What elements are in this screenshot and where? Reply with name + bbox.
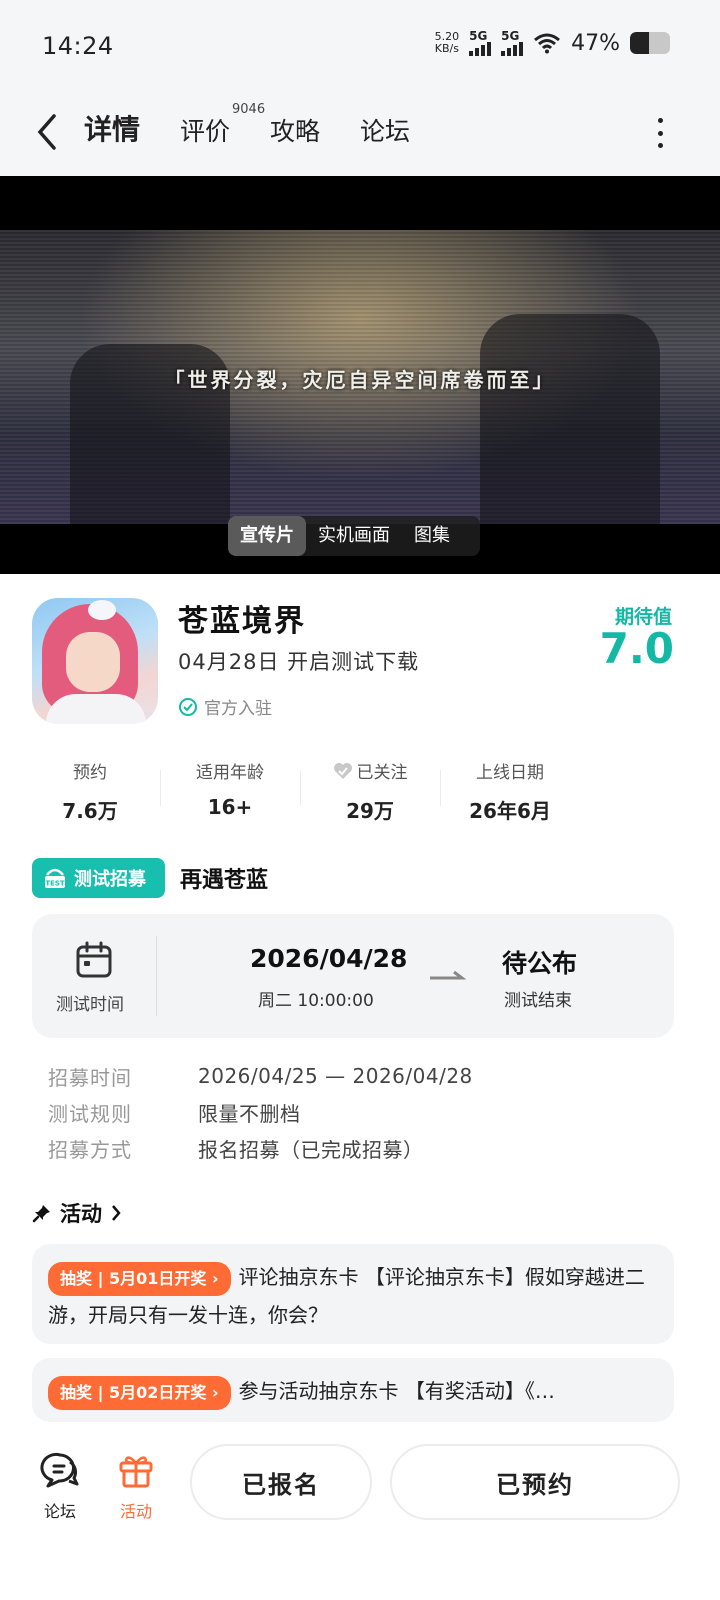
battery-icon: [630, 32, 670, 54]
stats-row: 预约 7.6万 适用年龄 16+ 已关注 29万 上线日期 26年6月: [20, 758, 580, 828]
game-icon: [32, 598, 158, 724]
info-row-recruit-time: 招募时间 2026/04/25 — 2026/04/28: [48, 1058, 473, 1094]
stat-label: 上线日期: [476, 763, 544, 783]
media-tab-gallery[interactable]: 图集: [402, 516, 462, 556]
official-label: 官方入驻: [204, 699, 272, 719]
test-time-label: 测试时间: [56, 995, 124, 1015]
info-value: 2026/04/25 — 2026/04/28: [198, 1064, 473, 1088]
recruit-info: 招募时间 2026/04/25 — 2026/04/28 测试规则 限量不删档 …: [48, 1058, 473, 1166]
status-time: 14:24: [42, 32, 114, 60]
nav-activity[interactable]: 活动: [108, 1450, 164, 1522]
video-frame: 「世界分裂，灾厄自异空间席卷而至」: [0, 230, 720, 524]
info-row-test-rules: 测试规则 限量不删档: [48, 1094, 473, 1130]
lottery-tag: 抽奖 | 5月01日开奖 ›: [48, 1261, 231, 1296]
tab-forum[interactable]: 论坛: [360, 112, 410, 148]
test-end-label: 测试结束: [504, 991, 572, 1011]
nav-forum[interactable]: 论坛: [32, 1450, 88, 1522]
activity-section-header[interactable]: 活动: [32, 1198, 122, 1228]
verified-check-icon: [179, 697, 197, 716]
battery-percent: 47%: [571, 30, 620, 56]
info-value: 报名招募（已完成招募）: [198, 1137, 424, 1162]
tab-reviews[interactable]: 评价: [180, 112, 230, 148]
pin-icon: [32, 1205, 50, 1223]
activity-card[interactable]: 抽奖 | 5月02日开奖 › 参与活动抽京东卡 【有奖活动】《…: [32, 1358, 674, 1422]
stat-value: 7.6万: [62, 799, 118, 823]
stat-label: 预约: [73, 763, 107, 783]
reserved-button[interactable]: 已预约: [390, 1444, 680, 1520]
game-title: 苍蓝境界: [178, 604, 306, 639]
tab-details[interactable]: 详情: [79, 108, 145, 148]
test-start-time: 周二 10:00:00: [258, 991, 374, 1011]
status-icons: 5.20 KB/s 5G 5G 47%: [435, 30, 670, 56]
top-nav: 详情 评价 9046 攻略 论坛: [0, 90, 720, 176]
expect-score: 7.0: [599, 624, 674, 673]
network-speed: 5.20 KB/s: [435, 31, 460, 55]
bottom-action-bar: 论坛 活动 已报名 已预约: [0, 1432, 720, 1600]
nav-activity-label: 活动: [119, 1502, 152, 1521]
activity-card[interactable]: 抽奖 | 5月01日开奖 › 评论抽京东卡 【评论抽京东卡】假如穿越进二游，开局只…: [32, 1244, 674, 1344]
stat-reservations: 预约 7.6万: [20, 758, 160, 828]
stat-value: 29万: [346, 799, 394, 823]
signal-icon: 5G: [469, 29, 492, 56]
sim1-label: 5G: [469, 29, 488, 43]
status-bar: 14:24 5.20 KB/s 5G 5G 47%: [0, 0, 720, 90]
stat-age-rating: 适用年龄 16+: [160, 758, 300, 828]
stat-value: 26年6月: [469, 799, 551, 823]
nav-forum-label: 论坛: [43, 1502, 76, 1521]
stat-release-date: 上线日期 26年6月: [440, 758, 580, 828]
back-arrow-icon[interactable]: [34, 112, 58, 152]
review-count-badge: 9046: [232, 102, 266, 117]
test-recruit-badge: TEST 测试招募: [32, 858, 165, 898]
info-row-recruit-method: 招募方式 报名招募（已完成招募）: [48, 1130, 473, 1166]
recruit-badge-label: 测试招募: [74, 869, 146, 890]
tab-guides[interactable]: 攻略: [270, 112, 320, 148]
test-start-date: 2026/04/28: [250, 944, 408, 973]
stat-label: 适用年龄: [196, 763, 264, 783]
media-player[interactable]: 「世界分裂，灾厄自异空间席卷而至」 宣传片 实机画面 图集: [0, 176, 720, 574]
sim2-label: 5G: [501, 29, 520, 43]
info-key: 招募方式: [48, 1137, 132, 1162]
test-end-status: 待公布: [502, 949, 578, 978]
gift-icon: [119, 1456, 153, 1488]
test-icon: TEST: [45, 868, 65, 888]
official-badge: 官方入驻: [178, 694, 272, 719]
video-caption: 「世界分裂，灾厄自异空间席卷而至」: [164, 368, 556, 392]
wifi-icon: [534, 33, 561, 54]
chevron-right-icon: [112, 1205, 121, 1221]
arrow-right-icon: [430, 970, 466, 980]
test-time-card: 测试时间 2026/04/28 周二 10:00:00 待公布 测试结束: [32, 914, 674, 1038]
stat-followers[interactable]: 已关注 29万: [300, 758, 440, 828]
activity-text: 参与活动抽京东卡 【有奖活动】《…: [238, 1379, 555, 1403]
calendar-icon: [76, 941, 112, 978]
heart-icon: [333, 762, 352, 779]
info-key: 招募时间: [48, 1065, 132, 1090]
svg-text:TEST: TEST: [45, 880, 65, 888]
divider: [156, 936, 157, 1016]
activity-title: 活动: [60, 1202, 102, 1226]
forum-chat-icon: [40, 1453, 79, 1488]
recruit-title: 再遇苍蓝: [180, 868, 269, 893]
media-tab-trailer[interactable]: 宣传片: [228, 516, 306, 556]
media-tab-gameplay[interactable]: 实机画面: [306, 516, 402, 556]
info-value: 限量不删档: [198, 1101, 301, 1126]
signal-icon-2: 5G: [501, 29, 524, 56]
lottery-tag: 抽奖 | 5月02日开奖 ›: [48, 1375, 231, 1410]
stat-label: 已关注: [356, 763, 408, 783]
net-speed-unit: KB/s: [434, 42, 459, 55]
game-subtitle: 04月28日 开启测试下载: [178, 650, 420, 674]
stat-value: 16+: [207, 795, 253, 819]
info-key: 测试规则: [48, 1101, 132, 1126]
more-options-icon[interactable]: [656, 118, 664, 148]
signed-up-button[interactable]: 已报名: [190, 1444, 372, 1520]
media-tab-bar: 宣传片 实机画面 图集: [228, 516, 480, 556]
